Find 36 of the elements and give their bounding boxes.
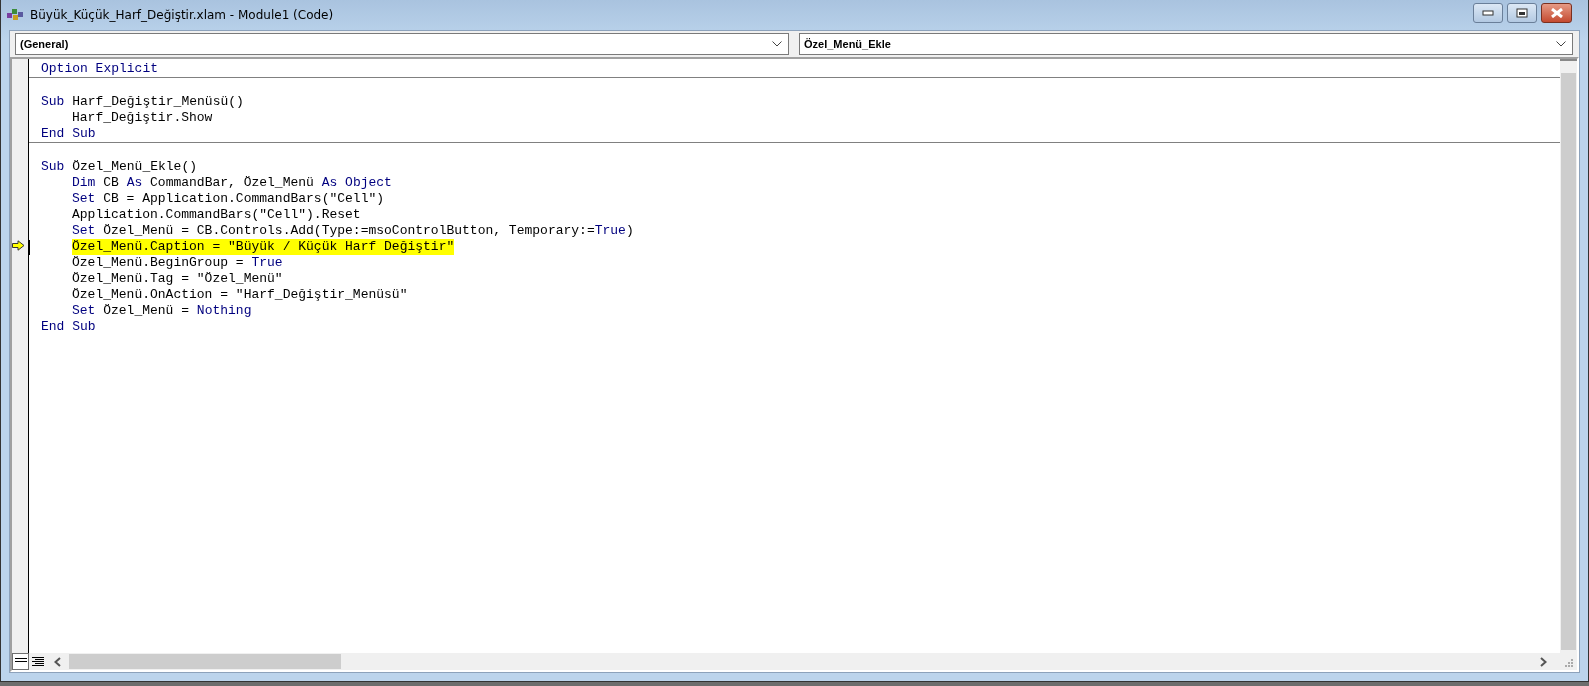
code-line: Özel_Menü.BeginGroup = True [72, 255, 283, 271]
code-line: Set Özel_Menü = Nothing [72, 303, 252, 319]
code-line: Set Özel_Menü = CB.Controls.Add(Type:=msoControlButton, Temporary:=True) [72, 223, 634, 239]
dropdown-value: Özel_Menü_Ekle [804, 38, 891, 50]
app-icon [6, 7, 24, 23]
object-dropdown[interactable]: (General) [15, 33, 789, 55]
minimize-icon [1482, 10, 1494, 16]
chevron-down-icon [1556, 41, 1566, 47]
code-line: Özel_Menü.OnAction = "Harf_Değiştir_Menüsü" [72, 287, 408, 303]
dropdown-value: (General) [20, 38, 69, 50]
code-line: Harf_Değiştir.Show [72, 110, 213, 126]
resize-grip-icon[interactable] [1563, 656, 1573, 667]
code-line: Özel_Menü.Tag = "Özel_Menü" [72, 271, 283, 287]
code-line: Sub Özel_Menü_Ekle() [41, 159, 198, 175]
code-line: End Sub [41, 319, 96, 335]
restore-icon [1516, 8, 1528, 18]
window-title: Büyük_Küçük_Harf_Değiştir.xlam - Module1 (Code) [30, 8, 334, 22]
code-line: Application.CommandBars("Cell").Reset [72, 207, 361, 223]
close-icon [1549, 8, 1564, 18]
scrollbar-thumb[interactable] [1561, 73, 1576, 650]
procedure-dropdown[interactable]: Özel_Menü_Ekle [799, 33, 1573, 55]
scroll-right-icon[interactable] [1540, 656, 1547, 667]
code-line: Option Explicit [41, 61, 159, 77]
code-line: Sub Harf_Değiştir_Menüsü() [41, 94, 244, 110]
split-handle[interactable] [1560, 59, 1577, 61]
full-module-view-icon [31, 656, 44, 667]
scrollbar-thumb[interactable] [69, 654, 341, 669]
scroll-left-icon[interactable] [54, 656, 61, 667]
chevron-down-icon [772, 41, 782, 47]
code-line: Dim CB As CommandBar, Özel_Menü As Object [72, 175, 392, 191]
restore-button[interactable] [1507, 3, 1537, 23]
code-line: Set CB = Application.CommandBars("Cell") [72, 191, 385, 207]
minimize-button[interactable] [1473, 3, 1503, 23]
code-line: End Sub [41, 126, 96, 142]
close-button[interactable] [1541, 3, 1572, 23]
procedure-view-button[interactable] [12, 653, 29, 670]
